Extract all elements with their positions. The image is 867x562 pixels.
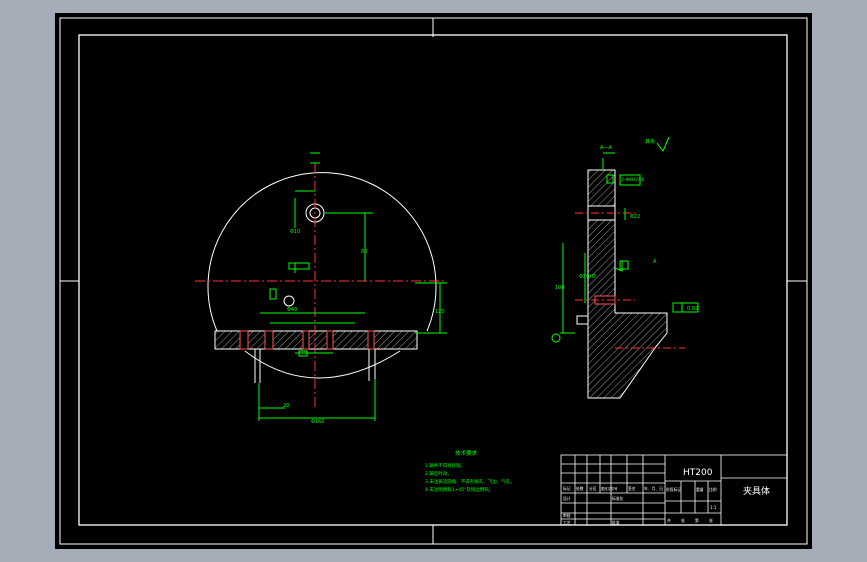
- section-label: A—A: [600, 145, 612, 151]
- tb-change-doc: 更改文件号: [601, 486, 618, 491]
- tb-scale-value: 1:1: [710, 505, 717, 510]
- dim-label-d160: Φ160: [311, 419, 324, 425]
- datum-label: A: [653, 259, 657, 265]
- section-view: A—A 2-Φ8H7/t6 0.02 其余 100 Φ30H7 Φ22 A: [551, 136, 699, 399]
- tb-sheet-no: 第: [695, 518, 699, 523]
- tech-req-line-4: 4.未注明倒角1×45°及锐边倒钝。: [425, 486, 493, 493]
- tb-standardized: 标准化: [612, 496, 624, 501]
- tb-stage-mark: 阶段标记: [666, 487, 681, 492]
- dim-label-d22: Φ22: [630, 214, 640, 220]
- slot-left: [239, 330, 249, 350]
- tech-requirements: 技术要求 1.铸件不得有砂眼。 2.铸后时效。 3.未注铸造圆角、不得有缩孔、飞…: [425, 449, 515, 493]
- tech-req-line-2: 2.铸后时效。: [425, 470, 452, 477]
- material-label: HT200: [683, 468, 713, 478]
- tb-process: 工艺: [563, 520, 571, 525]
- cad-drawing-viewport[interactable]: 80 120 Φ160 Φ10 Φ40 20 A—A 2-Φ8H7/t6 0.0…: [55, 13, 812, 549]
- dim-label-80: 80: [361, 249, 367, 255]
- roughness-symbol: [656, 136, 670, 152]
- tb-designer: 设计: [563, 496, 571, 501]
- cad-drawing-canvas: 80 120 Φ160 Φ10 Φ40 20 A—A 2-Φ8H7/t6 0.0…: [59, 17, 808, 545]
- tb-sheets-total: 共: [667, 518, 671, 523]
- body-circle-outline: [207, 172, 437, 332]
- tb-mark: 标记: [563, 486, 571, 491]
- dim-label-d40: Φ40: [287, 307, 297, 313]
- tb-count: 处数: [576, 486, 584, 491]
- dim-label-d10: Φ10: [290, 229, 300, 235]
- slot-left-2: [264, 330, 274, 350]
- dim-label-100: 100: [555, 285, 565, 291]
- tb-checker: 审核: [563, 513, 571, 518]
- body-circle-lower-arc: [244, 350, 401, 379]
- lower-hole: [283, 295, 295, 307]
- part-name-label: 夹具体: [743, 485, 770, 497]
- datum-circle: [551, 333, 561, 343]
- slot-right: [326, 330, 334, 350]
- tolerance-value: 0.02: [687, 306, 698, 312]
- roughness-note: 其余: [645, 138, 655, 145]
- slot-far-right: [367, 330, 375, 350]
- dim-label-20: 20: [283, 403, 289, 409]
- tb-sheet: 张: [681, 518, 685, 523]
- tb-date: 年、月、日: [644, 486, 663, 491]
- hole-spec-label: 2-Φ8H7/t6: [621, 177, 644, 183]
- section-step: [576, 315, 589, 325]
- dim-label-120: 120: [435, 309, 445, 315]
- tb-sheets: 张: [709, 518, 713, 523]
- tb-zone: 分区: [589, 486, 597, 491]
- tb-weight: 重量: [696, 487, 704, 492]
- dim-label-d30h7: Φ30H7: [579, 274, 596, 280]
- tech-req-title: 技术要求: [455, 449, 478, 457]
- tb-sign: 签名: [628, 486, 636, 491]
- inner-frame: [78, 34, 788, 526]
- front-view: 80 120 Φ160 Φ10 Φ40 20: [195, 152, 447, 425]
- tech-req-line-3: 3.未注铸造圆角、不得有缩孔、飞边、气孔。: [425, 478, 515, 485]
- tb-approve: 批准: [612, 520, 620, 525]
- tech-req-line-1: 1.铸件不得有砂眼。: [425, 462, 465, 469]
- slot-mid: [302, 330, 310, 350]
- section-body: [587, 169, 668, 399]
- tb-ratio: 比例: [709, 487, 717, 492]
